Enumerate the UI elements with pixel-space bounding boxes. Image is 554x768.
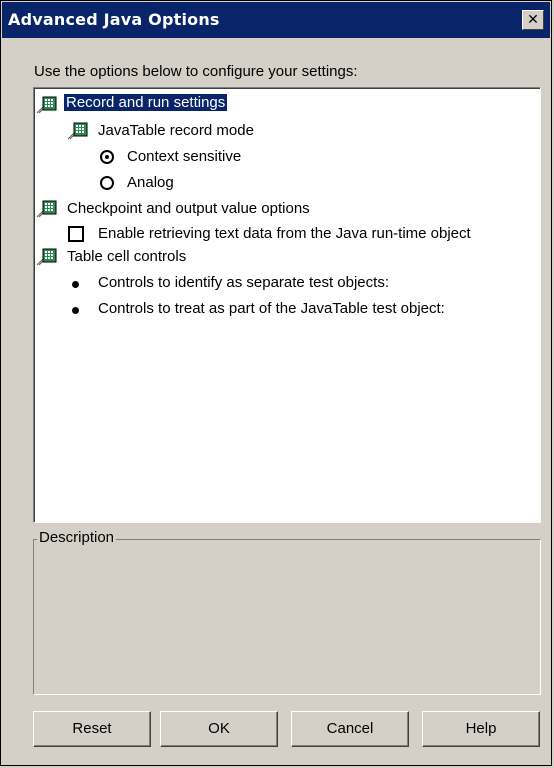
context-sensitive-radio[interactable] [100,150,114,164]
separate-test-objects-item[interactable]: Controls to identify as separate test ob… [98,274,389,291]
radio-selected-dot [105,155,109,159]
settings-node-icon [36,96,57,114]
close-icon: ✕ [527,12,539,28]
intro-text: Use the options below to configure your … [34,63,358,80]
tree-item-checkpoint-output-options[interactable]: Checkpoint and output value options [67,200,310,217]
description-label: Description [37,529,117,546]
enable-retrieving-label[interactable]: Enable retrieving text data from the Jav… [98,225,471,242]
enable-retrieving-checkbox[interactable] [68,226,84,242]
treat-as-part-item[interactable]: Controls to treat as part of the JavaTab… [98,300,445,317]
bullet-icon [72,307,79,314]
tree-item-record-run-settings[interactable]: Record and run settings [64,94,228,111]
context-sensitive-label[interactable]: Context sensitive [127,148,241,165]
tree-item-table-cell-controls[interactable]: Table cell controls [67,248,186,265]
options-tree[interactable]: Record and run settings JavaTable record… [33,87,541,523]
cancel-button[interactable]: Cancel [291,711,409,747]
analog-radio[interactable] [100,176,114,190]
advanced-java-options-dialog: Advanced Java Options ✕ Use the options … [0,0,552,766]
reset-button[interactable]: Reset [33,711,151,747]
settings-node-icon [67,122,88,140]
description-group [33,539,541,695]
tree-item-javatable-record-mode[interactable]: JavaTable record mode [98,122,254,139]
ok-button[interactable]: OK [160,711,278,747]
close-button[interactable]: ✕ [522,10,544,30]
window-title: Advanced Java Options [8,10,220,29]
analog-label[interactable]: Analog [127,174,174,191]
help-button[interactable]: Help [422,711,540,747]
bullet-icon [72,281,79,288]
title-bar[interactable]: Advanced Java Options ✕ [2,2,550,38]
settings-node-icon [36,200,57,218]
settings-node-icon [36,248,57,266]
